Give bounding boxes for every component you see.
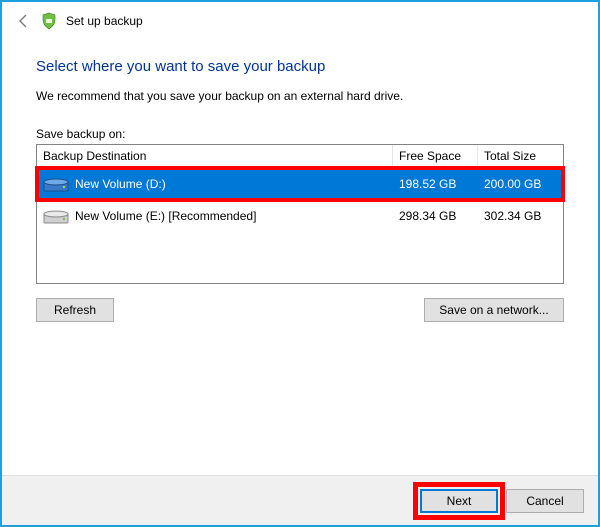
destination-free: 298.34 GB	[393, 209, 478, 223]
hard-drive-icon	[43, 174, 69, 194]
destination-total: 302.34 GB	[478, 209, 563, 223]
list-actions: Refresh Save on a network...	[36, 298, 564, 322]
next-button[interactable]: Next	[420, 489, 498, 513]
col-header-total-size[interactable]: Total Size	[478, 145, 563, 167]
list-header: Backup Destination Free Space Total Size	[37, 145, 563, 168]
backup-shield-icon	[40, 12, 58, 30]
footer: Next Cancel	[2, 475, 598, 525]
destination-total: 200.00 GB	[478, 177, 563, 191]
window-title: Set up backup	[66, 14, 143, 28]
refresh-button[interactable]: Refresh	[36, 298, 114, 322]
col-header-free-space[interactable]: Free Space	[393, 145, 478, 167]
page-heading: Select where you want to save your backu…	[36, 58, 564, 75]
col-header-destination[interactable]: Backup Destination	[37, 145, 393, 167]
list-label: Save backup on:	[36, 127, 564, 141]
cancel-button[interactable]: Cancel	[506, 489, 584, 513]
save-on-network-button[interactable]: Save on a network...	[424, 298, 564, 322]
content-area: Select where you want to save your backu…	[2, 34, 598, 475]
next-button-highlight: Next	[420, 489, 498, 513]
hard-drive-icon	[43, 206, 69, 226]
titlebar: Set up backup	[2, 2, 598, 34]
backup-wizard-window: Set up backup Select where you want to s…	[0, 0, 600, 527]
destination-name: New Volume (D:)	[75, 177, 166, 191]
destination-list[interactable]: Backup Destination Free Space Total Size…	[36, 144, 564, 284]
destination-name: New Volume (E:) [Recommended]	[75, 209, 256, 223]
destination-row[interactable]: New Volume (D:) 198.52 GB 200.00 GB	[37, 168, 563, 200]
destination-free: 198.52 GB	[393, 177, 478, 191]
destination-row[interactable]: New Volume (E:) [Recommended] 298.34 GB …	[37, 200, 563, 232]
back-arrow-icon[interactable]	[16, 13, 32, 29]
recommend-text: We recommend that you save your backup o…	[36, 89, 564, 103]
